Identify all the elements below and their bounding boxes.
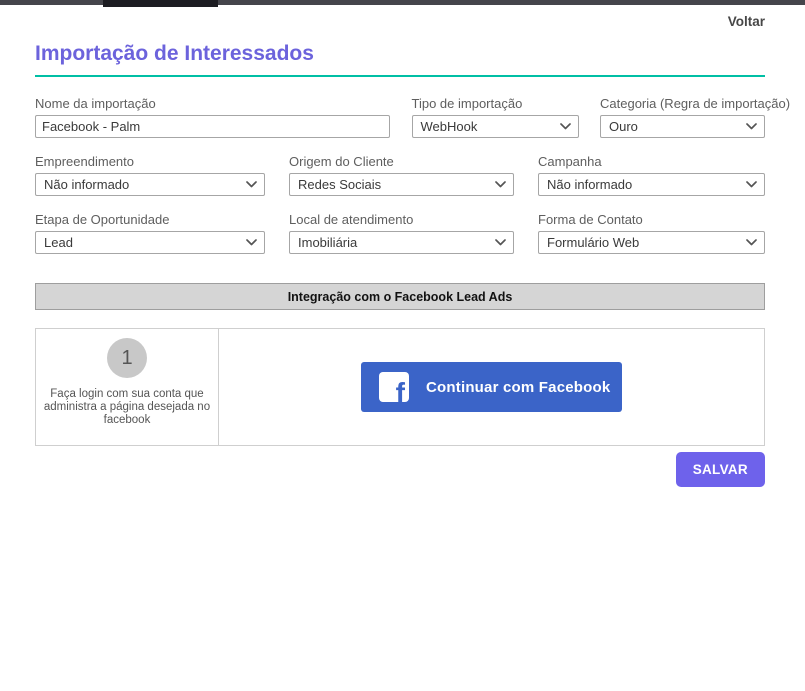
integration-section-header: Integração com o Facebook Lead Ads bbox=[35, 283, 765, 310]
tipo-importacao-select[interactable]: WebHook bbox=[412, 115, 579, 138]
chevron-down-icon bbox=[495, 239, 506, 246]
step-instruction-text: Faça login com sua conta que administra … bbox=[36, 388, 218, 427]
chevron-down-icon bbox=[746, 239, 757, 246]
form-row-2: Empreendimento Não informado Origem do C… bbox=[35, 154, 765, 196]
step-number-badge: 1 bbox=[107, 338, 147, 378]
actions-row: SALVAR bbox=[35, 452, 765, 487]
selected-value: Não informado bbox=[44, 177, 129, 192]
back-row: Voltar bbox=[35, 5, 765, 33]
field-label: Campanha bbox=[538, 154, 765, 169]
selected-value: Não informado bbox=[547, 177, 632, 192]
empreendimento-select[interactable]: Não informado bbox=[35, 173, 265, 196]
step-1-panel: 1 Faça login com sua conta que administr… bbox=[36, 329, 219, 445]
field-label: Forma de Contato bbox=[538, 212, 765, 227]
selected-value: Imobiliária bbox=[298, 235, 357, 250]
field-nome-importacao: Nome da importação bbox=[35, 96, 390, 138]
local-atendimento-select[interactable]: Imobiliária bbox=[289, 231, 514, 254]
browser-tab-remnant bbox=[103, 0, 218, 7]
selected-value: Ouro bbox=[609, 119, 638, 134]
facebook-integration-box: 1 Faça login com sua conta que administr… bbox=[35, 328, 765, 446]
campanha-select[interactable]: Não informado bbox=[538, 173, 765, 196]
chevron-down-icon bbox=[246, 239, 257, 246]
facebook-button-label: Continuar com Facebook bbox=[426, 379, 610, 396]
selected-value: WebHook bbox=[421, 119, 478, 134]
title-divider bbox=[35, 75, 765, 77]
field-label: Nome da importação bbox=[35, 96, 390, 111]
facebook-login-panel: f Continuar com Facebook bbox=[219, 329, 764, 445]
origem-cliente-select[interactable]: Redes Sociais bbox=[289, 173, 514, 196]
chevron-down-icon bbox=[246, 181, 257, 188]
chevron-down-icon bbox=[560, 123, 571, 130]
field-label: Etapa de Oportunidade bbox=[35, 212, 265, 227]
save-button[interactable]: SALVAR bbox=[676, 452, 765, 487]
etapa-oportunidade-select[interactable]: Lead bbox=[35, 231, 265, 254]
field-label: Origem do Cliente bbox=[289, 154, 514, 169]
form-row-1: Nome da importação Tipo de importação We… bbox=[35, 96, 765, 138]
categoria-select[interactable]: Ouro bbox=[600, 115, 765, 138]
chevron-down-icon bbox=[495, 181, 506, 188]
page-title: Importação de Interessados bbox=[35, 42, 765, 66]
field-label: Tipo de importação bbox=[412, 96, 579, 111]
chevron-down-icon bbox=[746, 181, 757, 188]
import-form-page: Voltar Importação de Interessados Nome d… bbox=[0, 5, 805, 487]
form-row-3: Etapa de Oportunidade Lead Local de aten… bbox=[35, 212, 765, 254]
field-empreendimento: Empreendimento Não informado bbox=[35, 154, 265, 196]
selected-value: Formulário Web bbox=[547, 235, 639, 250]
field-label: Empreendimento bbox=[35, 154, 265, 169]
selected-value: Redes Sociais bbox=[298, 177, 381, 192]
continue-with-facebook-button[interactable]: f Continuar com Facebook bbox=[361, 362, 622, 412]
field-campanha: Campanha Não informado bbox=[538, 154, 765, 196]
field-tipo-importacao: Tipo de importação WebHook bbox=[412, 96, 579, 138]
browser-top-strip bbox=[0, 0, 805, 5]
field-label: Categoria (Regra de importação) bbox=[600, 96, 765, 111]
field-etapa-oportunidade: Etapa de Oportunidade Lead bbox=[35, 212, 265, 254]
chevron-down-icon bbox=[746, 123, 757, 130]
field-categoria: Categoria (Regra de importação) Ouro bbox=[600, 96, 765, 138]
forma-contato-select[interactable]: Formulário Web bbox=[538, 231, 765, 254]
field-forma-contato: Forma de Contato Formulário Web bbox=[538, 212, 765, 254]
back-link[interactable]: Voltar bbox=[728, 14, 765, 29]
facebook-icon: f bbox=[379, 372, 409, 402]
selected-value: Lead bbox=[44, 235, 73, 250]
field-origem-cliente: Origem do Cliente Redes Sociais bbox=[289, 154, 514, 196]
nome-importacao-input[interactable] bbox=[35, 115, 390, 138]
field-label: Local de atendimento bbox=[289, 212, 514, 227]
field-local-atendimento: Local de atendimento Imobiliária bbox=[289, 212, 514, 254]
